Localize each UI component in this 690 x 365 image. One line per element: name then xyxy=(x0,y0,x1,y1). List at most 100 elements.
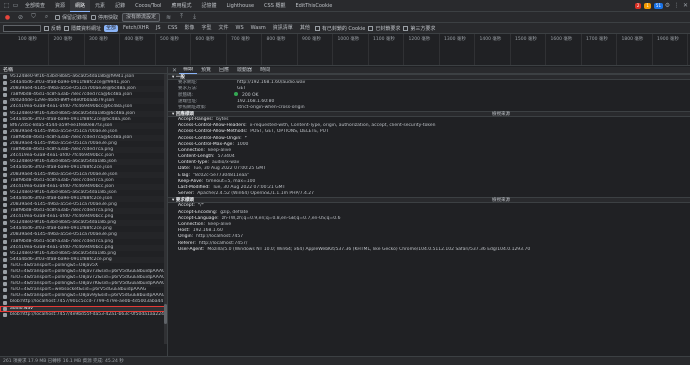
devtools-tab[interactable]: Cocos/Tool xyxy=(130,0,166,12)
filter-input[interactable] xyxy=(3,24,41,32)
hide-data-urls-checkbox[interactable]: 隱藏資料網址 xyxy=(64,25,101,32)
header-row: User-Agent: Mozilla/5.0 (Windows NT 10.0;… xyxy=(168,247,690,253)
header-value: GET xyxy=(237,86,247,92)
timeline-tick-label: 500 毫秒 xyxy=(160,37,180,42)
header-name: User-Agent: xyxy=(178,246,205,252)
filter-type-button[interactable]: Wasm xyxy=(249,25,268,32)
issue-count-badge[interactable]: 2 xyxy=(634,2,642,9)
throttle-select[interactable]: 沒有節流設定 xyxy=(122,12,161,22)
timeline-gridline xyxy=(190,34,191,65)
detail-tab[interactable]: 啟動器 xyxy=(233,67,256,74)
close-icon[interactable]: ✕ xyxy=(681,1,690,10)
devtools-tab[interactable]: 資源 xyxy=(50,0,70,12)
scrollbar-thumb[interactable] xyxy=(164,304,167,324)
request-list-scrollbar[interactable] xyxy=(164,74,167,344)
filter-icon[interactable]: ⛉ xyxy=(29,13,38,22)
devtools-tabbar: ⬚ ▭ 全部檢查 資源 網路 元素 記錄 Cocos/Tool 應用程式 記憶體 Lightho… xyxy=(0,0,690,12)
filter-type-button[interactable]: CSS xyxy=(166,25,180,32)
issue-badges[interactable]: 2 1 51 xyxy=(632,2,663,9)
devtools-tab[interactable]: 元素 xyxy=(90,0,110,12)
timeline-tick-label: 600 毫秒 xyxy=(195,37,215,42)
header-value: zh-TW,zh;q=0.9,en;q=0.8,en-GB;q=0.7,en-U… xyxy=(221,215,341,221)
filter-type-button[interactable]: 文件 xyxy=(216,25,230,32)
timeline-tick-label: 1500 毫秒 xyxy=(515,37,537,42)
timeline-tick-label: 300 毫秒 xyxy=(89,37,109,42)
timeline-gridline xyxy=(438,34,440,65)
response-headers-section[interactable]: ▾ 回應標頭 檢視來源 xyxy=(168,110,690,118)
filter-type-button[interactable]: Fetch/XHR xyxy=(121,25,151,32)
header-value: x-requested-with, Content-Type, origin, … xyxy=(249,123,436,129)
devtools-tab[interactable]: 全部檢查 xyxy=(20,0,50,12)
header-value: Tue, 30 Aug 2022 07:00:21 GMT xyxy=(212,185,286,190)
inspect-icon[interactable]: ⬚ xyxy=(2,1,11,10)
filter-type-button[interactable]: 字型 xyxy=(199,25,213,32)
network-toolbar: ● ⊘ ⛉ ⌕ 保留記錄檔 停用快取 沒有節流設定 ≋ ⤒ ⤓ xyxy=(0,12,690,23)
devtools-tab[interactable]: EditThisCookie xyxy=(290,0,337,12)
timeline-gridline xyxy=(580,34,582,65)
request-header-rows: Accept: */* Accept-Encoding: gzip, deflate A… xyxy=(168,203,690,253)
timeline-tick-label: 200 毫秒 xyxy=(53,37,73,42)
network-main: 名稱 951248e0-9f16-43bd-8b85-a6ca054da18b@… xyxy=(0,67,690,356)
timeline-gridline xyxy=(154,34,156,65)
detail-tab[interactable]: 預覽 xyxy=(197,67,215,74)
request-view-source[interactable]: 檢視來源 xyxy=(492,198,510,204)
issue-count-badge[interactable]: 51 xyxy=(653,2,663,9)
request-headers-section[interactable]: ▾ 要求標頭 檢視來源 xyxy=(168,197,690,204)
devtools-tab[interactable]: 應用程式 xyxy=(166,0,196,12)
download-icon[interactable]: ⤓ xyxy=(190,13,199,22)
more-icon[interactable]: ⋮ xyxy=(672,1,681,10)
device-icon[interactable]: ▭ xyxy=(11,1,20,10)
devtools-tab[interactable]: Lighthouse xyxy=(221,0,259,12)
preserve-log-checkbox[interactable]: 保留記錄檔 xyxy=(55,14,87,21)
devtools-tab[interactable]: 記錄 xyxy=(110,0,130,12)
request-row[interactable]: blob:http://localhost:7457/4e9bd55f-da53… xyxy=(0,312,167,318)
upload-icon[interactable]: ⤒ xyxy=(177,13,186,22)
clear-icon[interactable]: ⊘ xyxy=(16,13,25,22)
detail-tab[interactable]: 時間 xyxy=(256,67,274,74)
header-value: audio/x-wav xyxy=(211,160,240,166)
gear-icon[interactable]: ⚙ xyxy=(663,1,672,10)
timeline-tick-label: 700 毫秒 xyxy=(231,37,251,42)
devtools-tab[interactable]: 記憶體 xyxy=(196,0,221,12)
wifi-icon[interactable]: ≋ xyxy=(164,13,173,22)
filter-type-button[interactable]: 資訊清單 xyxy=(271,25,295,32)
blocked-cookies-checkbox[interactable]: 有已封鎖的 Cookie xyxy=(314,25,365,32)
disable-cache-checkbox[interactable]: 停用快取 xyxy=(91,14,118,21)
issue-count-badge[interactable]: 1 xyxy=(644,2,651,9)
header-value: 1000 xyxy=(236,141,249,147)
detail-tab-list: 標頭 預覽 回應 啟動器 時間 xyxy=(179,67,274,74)
timeline-tick-label: 900 毫秒 xyxy=(302,37,322,42)
timeline-tick-label: 1600 毫秒 xyxy=(550,37,573,42)
invert-checkbox[interactable]: 反轉 xyxy=(44,25,61,32)
timeline-tick-label: 800 毫秒 xyxy=(266,37,286,42)
timeline-gridline xyxy=(261,34,262,65)
header-value: 200 OK xyxy=(242,92,259,98)
devtools-tab[interactable]: CSS 概觀 xyxy=(259,0,290,12)
devtools-tabs: 全部檢查 資源 網路 元素 記錄 Cocos/Tool 應用程式 記憶體 Lighthouse C… xyxy=(20,0,337,12)
header-value: Apache/2.4.52 (Win64) OpenSSL/1.1.1m PHP… xyxy=(197,191,315,197)
filter-type-button[interactable]: WS xyxy=(234,25,246,32)
header-value: gzip, deflate xyxy=(220,209,249,215)
timeline-tick-label: 1400 毫秒 xyxy=(479,37,502,42)
filter-type-button[interactable]: JS xyxy=(154,25,163,32)
detail-tab[interactable]: 回應 xyxy=(215,67,233,74)
timeline-gridline xyxy=(225,34,227,65)
devtools-tab[interactable]: 網路 xyxy=(70,0,91,12)
name-column-header[interactable]: 名稱 xyxy=(0,67,167,74)
filter-all[interactable]: 全部 xyxy=(104,24,119,32)
filter-type-button[interactable]: 其他 xyxy=(298,25,312,32)
header-value: */* xyxy=(197,203,204,209)
timeline-tick-label: 400 毫秒 xyxy=(124,37,144,42)
general-section-header[interactable]: ▾ 一般 xyxy=(168,74,690,80)
response-view-source[interactable]: 檢視來源 xyxy=(492,112,510,118)
detail-tab[interactable]: 標頭 xyxy=(179,67,198,74)
timeline-overview[interactable]: 100 毫秒 200 毫秒 300 毫秒 400 毫秒 500 毫秒 600 毫秒 700 … xyxy=(0,34,690,66)
request-rows: 951248e0-9f16-43bd-8b85-a6ca054da18b@f99… xyxy=(0,74,167,318)
record-icon[interactable]: ● xyxy=(3,13,12,22)
third-party-checkbox[interactable]: 第三方要求 xyxy=(403,25,435,32)
search-icon[interactable]: ⌕ xyxy=(42,13,51,22)
header-value: strict-origin-when-cross-origin xyxy=(237,104,305,110)
timeline-gridline xyxy=(687,34,688,65)
filter-type-button[interactable]: 影像 xyxy=(182,25,196,32)
blocked-requests-checkbox[interactable]: 已封鎖要求 xyxy=(368,25,400,32)
